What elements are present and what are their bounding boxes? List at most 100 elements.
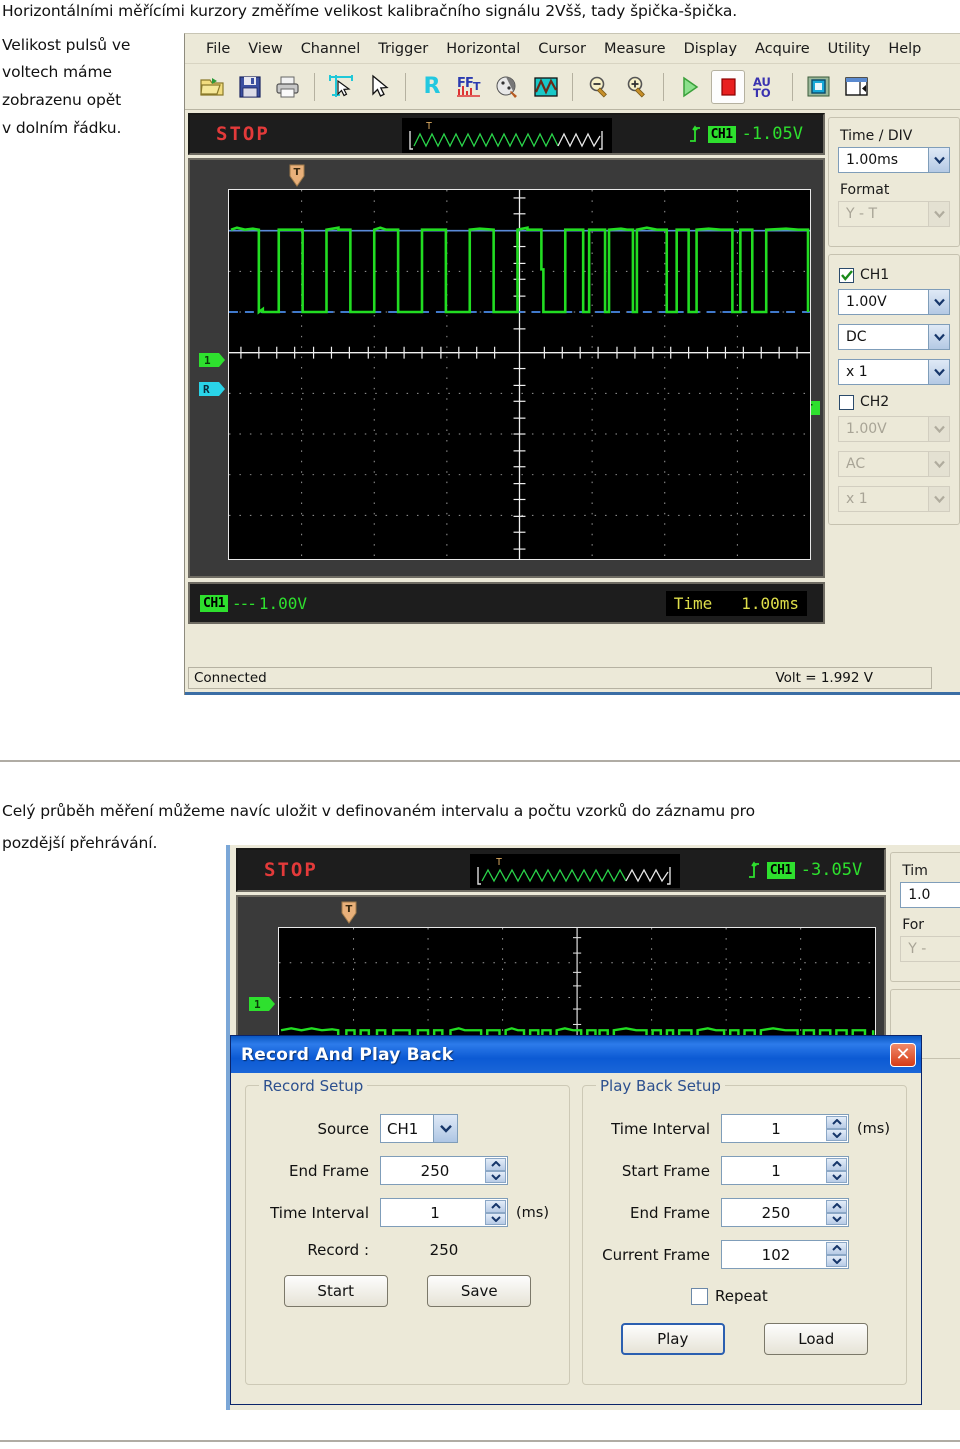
menu-item-trigger[interactable]: Trigger [369, 39, 437, 59]
menu-item-view[interactable]: View [239, 39, 291, 59]
ch1-probe-select[interactable]: x 1 [838, 359, 950, 385]
save-button[interactable]: Save [427, 1275, 532, 1307]
start-button[interactable]: Start [283, 1275, 388, 1307]
menu-item-horizontal[interactable]: Horizontal [437, 39, 529, 59]
playback-start-frame-stepper[interactable]: 1 [721, 1156, 849, 1185]
cursor-measure-icon[interactable] [324, 70, 358, 104]
ch1-scale-select[interactable]: 1.00V [838, 289, 950, 315]
panel-toggle-icon[interactable] [840, 70, 874, 104]
playback-time-interval-stepper[interactable]: 1 [721, 1114, 849, 1143]
repeat-row[interactable]: Repeat [691, 1287, 894, 1305]
dialog-title-bar[interactable]: Record And Play Back ✕ [231, 1036, 921, 1073]
menu-item-channel[interactable]: Channel [292, 39, 370, 59]
record-count-value: 250 [429, 1241, 459, 1259]
stepper-up-icon[interactable] [826, 1116, 847, 1129]
format-label-2: For [902, 917, 925, 933]
menu-item-acquire[interactable]: Acquire [746, 39, 819, 59]
stepper-buttons[interactable] [826, 1116, 847, 1141]
chevron-down-icon[interactable] [928, 360, 949, 384]
stepper-buttons[interactable] [826, 1242, 847, 1267]
stepper-buttons[interactable] [485, 1200, 506, 1225]
measurement-readout: Volt = 1.992 V [775, 670, 873, 686]
menu-item-cursor[interactable]: Cursor [529, 39, 595, 59]
waveform-icon[interactable] [529, 70, 563, 104]
record-end-frame-stepper[interactable]: 250 [380, 1156, 508, 1185]
source-select[interactable]: CH1 [380, 1114, 458, 1143]
connection-status: Connected [194, 670, 267, 686]
waveform-display-area[interactable]: T 1 R T [188, 158, 825, 578]
menu-item-display[interactable]: Display [675, 39, 746, 59]
channel-group: CH1 1.00V DC x 1 CH2 1.00V AC x 1 [828, 254, 960, 525]
load-button[interactable]: Load [764, 1323, 869, 1355]
playback-current-frame-row: Current Frame 102 [595, 1240, 894, 1269]
auto-icon[interactable]: AU TO [749, 70, 783, 104]
source-row: Source CH1 [258, 1114, 557, 1143]
chevron-down-icon[interactable] [928, 148, 949, 172]
toolbar-separator [405, 72, 406, 101]
ch1-enable-row[interactable]: CH1 [839, 267, 950, 283]
stepper-up-icon[interactable] [485, 1200, 506, 1213]
stepper-up-icon[interactable] [826, 1158, 847, 1171]
repeat-checkbox[interactable] [691, 1287, 708, 1305]
ch2-enable-row[interactable]: CH2 [839, 394, 950, 410]
stepper-buttons[interactable] [485, 1158, 506, 1183]
run-icon[interactable] [673, 70, 707, 104]
stepper-buttons[interactable] [826, 1200, 847, 1225]
stepper-down-icon[interactable] [826, 1128, 847, 1141]
horizontal-group-2: Tim 1.0 For Y - [890, 852, 960, 982]
menu-item-file[interactable]: File [197, 39, 239, 59]
fullscreen-icon[interactable] [802, 70, 836, 104]
playback-end-frame-row: End Frame 250 [595, 1198, 894, 1227]
pointer-icon[interactable] [362, 70, 396, 104]
ch1-coupling-select[interactable]: DC [838, 324, 950, 350]
zoom-out-icon[interactable] [582, 70, 616, 104]
stepper-down-icon[interactable] [485, 1170, 506, 1183]
stepper-up-icon[interactable] [826, 1242, 847, 1255]
time-per-div: 1.00ms [741, 593, 799, 613]
print-icon[interactable] [271, 70, 305, 104]
stepper-up-icon[interactable] [826, 1200, 847, 1213]
run-state-indicator: STOP [216, 123, 270, 145]
playback-current-frame-label: Current Frame [602, 1245, 710, 1264]
playback-current-frame-stepper[interactable]: 102 [721, 1240, 849, 1269]
stepper-up-icon[interactable] [485, 1158, 506, 1171]
ch1-checkbox[interactable] [839, 267, 854, 283]
menu-item-utility[interactable]: Utility [819, 39, 880, 59]
ch2-scale-value: 1.00V [846, 421, 887, 437]
menu-item-help[interactable]: Help [879, 39, 930, 59]
stepper-down-icon[interactable] [826, 1254, 847, 1267]
ch2-probe-select: x 1 [838, 486, 950, 512]
record-end-frame-row: End Frame 250 [258, 1156, 557, 1185]
ch2-checkbox[interactable] [839, 394, 854, 410]
time-div-select[interactable]: 1.00ms [838, 147, 950, 173]
chevron-down-icon[interactable] [928, 290, 949, 314]
stepper-buttons[interactable] [826, 1158, 847, 1183]
paragraph-2-line-3: zobrazenu opět [2, 91, 122, 109]
time-div-label-2: Tim [902, 863, 928, 879]
trigger-level-value: -1.05V [741, 124, 803, 144]
stop-icon[interactable] [711, 69, 745, 104]
close-icon[interactable]: ✕ [890, 1042, 916, 1067]
persistence-icon[interactable] [491, 70, 525, 104]
stepper-down-icon[interactable] [826, 1170, 847, 1183]
zoom-in-icon[interactable] [620, 70, 654, 104]
paragraph-3-line-1: Celý průběh měření můžeme navíc uložit v… [2, 802, 755, 820]
play-button[interactable]: Play [620, 1323, 725, 1355]
menu-item-measure[interactable]: Measure [595, 39, 675, 59]
time-div-select-2[interactable]: 1.0 [900, 882, 960, 908]
run-state-indicator-2: STOP [264, 859, 318, 881]
stepper-down-icon[interactable] [826, 1212, 847, 1225]
record-time-interval-stepper[interactable]: 1 [380, 1198, 508, 1227]
stepper-down-icon[interactable] [485, 1212, 506, 1225]
record-r-icon[interactable]: R [415, 70, 449, 104]
dialog-content: Record Setup Source CH1 End Frame 250 Ti… [231, 1073, 921, 1385]
chevron-down-icon[interactable] [928, 325, 949, 349]
fft-icon[interactable]: F F T [453, 70, 487, 104]
playback-end-frame-stepper[interactable]: 250 [721, 1198, 849, 1227]
open-icon[interactable] [195, 70, 229, 104]
chevron-down-icon[interactable] [433, 1115, 457, 1142]
format-select-2: Y - [900, 936, 960, 962]
paragraph-1: Horizontálními měřícími kurzory změříme … [2, 2, 738, 20]
record-time-interval-label: Time Interval [270, 1203, 369, 1222]
save-icon[interactable] [233, 70, 267, 104]
